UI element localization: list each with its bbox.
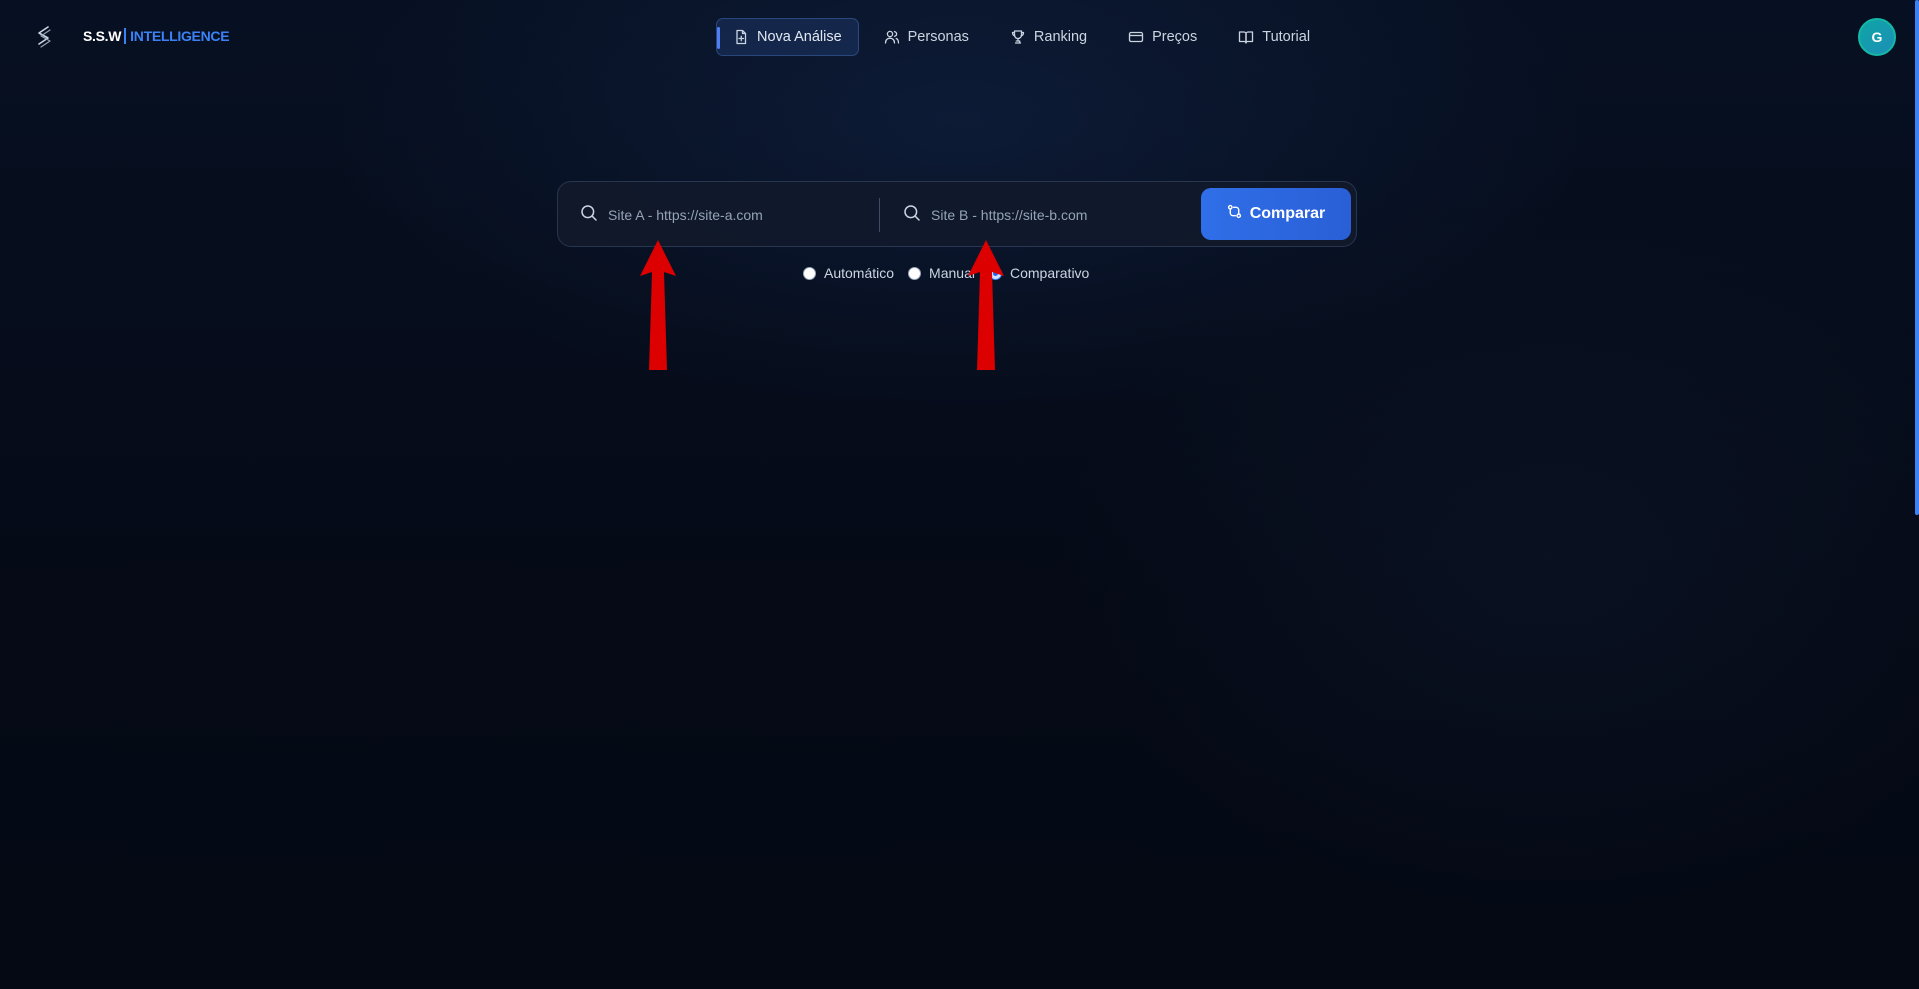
compare-button[interactable]: Comparar xyxy=(1201,188,1351,240)
nav-label: Personas xyxy=(907,29,969,45)
user-avatar[interactable]: G xyxy=(1858,18,1896,56)
logo-icon[interactable] xyxy=(30,22,58,52)
radio-manual[interactable] xyxy=(908,266,922,280)
analysis-mode-group: Automático Manual Comparativo xyxy=(803,263,1103,283)
nav-item-nova-analise[interactable]: Nova Análise xyxy=(716,18,859,56)
compare-arrows-icon xyxy=(1227,204,1242,224)
search-icon xyxy=(580,204,598,227)
nav-label: Nova Análise xyxy=(757,29,842,45)
search-icon xyxy=(903,204,921,227)
brand-primary: S.S.W xyxy=(83,28,122,44)
site-b-field xyxy=(903,182,1193,248)
scrollbar[interactable] xyxy=(1915,0,1919,515)
nav-label: Preços xyxy=(1152,29,1198,45)
nav-item-precos[interactable]: Preços xyxy=(1112,18,1213,56)
site-a-field xyxy=(580,182,870,248)
nav-label: Tutorial xyxy=(1262,29,1311,45)
top-header: S.S.W INTELLIGENCE Nova Análise Personas… xyxy=(0,0,1919,74)
nav-label: Ranking xyxy=(1033,29,1088,45)
users-icon xyxy=(884,29,900,45)
mode-option-automatico[interactable]: Automático xyxy=(803,265,894,281)
compare-button-label: Comparar xyxy=(1249,205,1326,222)
brand-name[interactable]: S.S.W INTELLIGENCE xyxy=(83,28,230,44)
brand-secondary: INTELLIGENCE xyxy=(130,28,230,44)
field-divider xyxy=(879,198,880,232)
annotation-arrow-site-a xyxy=(640,240,676,370)
nav-item-ranking[interactable]: Ranking xyxy=(994,18,1103,56)
mode-label: Comparativo xyxy=(1009,265,1090,281)
credit-card-icon xyxy=(1128,29,1144,45)
site-a-input[interactable] xyxy=(608,207,848,223)
main-nav: Nova Análise Personas Ranking Preços Tut… xyxy=(716,18,1335,56)
document-icon xyxy=(733,29,749,45)
nav-item-personas[interactable]: Personas xyxy=(868,18,985,56)
annotation-arrow-site-b xyxy=(968,240,1004,370)
mode-label: Automático xyxy=(824,265,895,281)
brand-separator xyxy=(124,28,127,44)
site-b-input[interactable] xyxy=(931,207,1171,223)
book-open-icon xyxy=(1238,29,1254,45)
trophy-icon xyxy=(1010,29,1026,45)
radio-automatico[interactable] xyxy=(803,266,816,280)
app-page: S.S.W INTELLIGENCE Nova Análise Personas… xyxy=(0,0,1919,989)
nav-item-tutorial[interactable]: Tutorial xyxy=(1222,18,1326,56)
